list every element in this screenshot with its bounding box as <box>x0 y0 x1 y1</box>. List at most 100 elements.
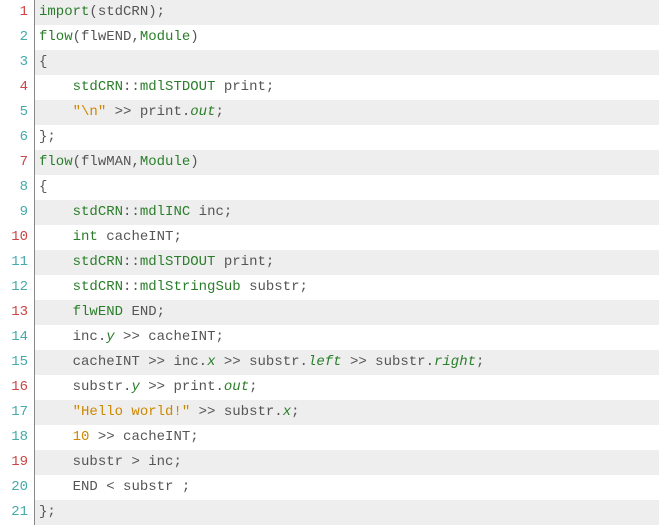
type: mdlStringSub <box>140 279 241 295</box>
line-number: 19 <box>0 450 28 475</box>
identifier: inc <box>173 354 198 370</box>
namespace: stdCRN <box>73 79 123 95</box>
operator: >> <box>98 429 115 445</box>
identifier: END <box>131 304 156 320</box>
keyword-import: import <box>39 4 89 20</box>
operator: >> <box>350 354 367 370</box>
code-line: import(stdCRN); <box>35 0 659 25</box>
identifier: substr <box>249 354 299 370</box>
space <box>241 279 249 295</box>
identifier: inc <box>73 329 98 345</box>
string-literal: "\n" <box>73 104 107 120</box>
identifier: flwMAN <box>81 154 131 170</box>
type-module: Module <box>140 154 190 170</box>
identifier: print <box>140 104 182 120</box>
space <box>140 379 148 395</box>
line-number: 14 <box>0 325 28 350</box>
indent <box>39 329 73 345</box>
line-number: 15 <box>0 350 28 375</box>
code-line: inc.y >> cacheINT; <box>35 325 659 350</box>
line-number: 5 <box>0 100 28 125</box>
type: mdlSTDOUT <box>140 79 216 95</box>
line-number: 3 <box>0 50 28 75</box>
semicolon: ; <box>476 354 484 370</box>
space <box>190 204 198 220</box>
line-number: 16 <box>0 375 28 400</box>
attribute: y <box>131 379 139 395</box>
attribute: out <box>224 379 249 395</box>
comma: , <box>131 154 139 170</box>
identifier: print <box>224 79 266 95</box>
namespace: stdCRN <box>73 254 123 270</box>
code-line: substr > inc; <box>35 450 659 475</box>
code-line: stdCRN::mdlSTDOUT print; <box>35 250 659 275</box>
attribute: right <box>434 354 476 370</box>
type: mdlINC <box>140 204 190 220</box>
scope-sep: :: <box>123 254 140 270</box>
code-line: "Hello world!" >> substr.x; <box>35 400 659 425</box>
indent <box>39 229 73 245</box>
operator: >> <box>199 404 216 420</box>
scope-sep: :: <box>123 279 140 295</box>
identifier: flwEND <box>81 29 131 45</box>
indent <box>39 279 73 295</box>
code-container: 1 2 3 4 5 6 7 8 9 10 11 12 13 14 15 16 1… <box>0 0 659 525</box>
identifier: print <box>224 254 266 270</box>
operator: >> <box>123 329 140 345</box>
attribute: x <box>283 404 291 420</box>
namespace: stdCRN <box>73 204 123 220</box>
line-number-gutter: 1 2 3 4 5 6 7 8 9 10 11 12 13 14 15 16 1… <box>0 0 35 525</box>
identifier: substr <box>73 379 123 395</box>
paren-close: ) <box>190 29 198 45</box>
space <box>342 354 350 370</box>
line-number: 18 <box>0 425 28 450</box>
code-line: flow(flwEND,Module) <box>35 25 659 50</box>
identifier: substr <box>123 479 173 495</box>
semicolon: ; <box>215 329 223 345</box>
identifier: print <box>173 379 215 395</box>
space <box>115 429 123 445</box>
indent <box>39 429 73 445</box>
operator: >> <box>148 379 165 395</box>
semicolon: ; <box>182 479 190 495</box>
line-number: 21 <box>0 500 28 525</box>
identifier: inc <box>148 454 173 470</box>
paren-open: ( <box>73 154 81 170</box>
attribute: out <box>190 104 215 120</box>
code-line: flwEND END; <box>35 300 659 325</box>
indent <box>39 454 73 470</box>
paren-open: ( <box>89 4 97 20</box>
operator: > <box>131 454 139 470</box>
keyword-flow: flow <box>39 29 73 45</box>
line-number: 2 <box>0 25 28 50</box>
line-number: 20 <box>0 475 28 500</box>
space <box>131 104 139 120</box>
identifier: substr <box>224 404 274 420</box>
indent <box>39 404 73 420</box>
line-number: 17 <box>0 400 28 425</box>
semicolon: ; <box>173 454 181 470</box>
scope-sep: :: <box>123 204 140 220</box>
line-number: 13 <box>0 300 28 325</box>
brace-open: { <box>39 179 47 195</box>
dot: . <box>300 354 308 370</box>
operator: >> <box>148 354 165 370</box>
dot: . <box>199 354 207 370</box>
dot: . <box>182 104 190 120</box>
line-number: 11 <box>0 250 28 275</box>
code-line: int cacheINT; <box>35 225 659 250</box>
identifier: cacheINT <box>123 429 190 445</box>
comma: , <box>131 29 139 45</box>
line-number: 10 <box>0 225 28 250</box>
semicolon: ; <box>266 79 274 95</box>
space <box>140 354 148 370</box>
line-number: 9 <box>0 200 28 225</box>
indent <box>39 354 73 370</box>
identifier: substr <box>73 454 123 470</box>
space <box>215 404 223 420</box>
semicolon: ; <box>224 204 232 220</box>
code-line: stdCRN::mdlSTDOUT print; <box>35 75 659 100</box>
semicolon: ; <box>300 279 308 295</box>
semicolon: ; <box>215 104 223 120</box>
type: flwEND <box>73 304 123 320</box>
